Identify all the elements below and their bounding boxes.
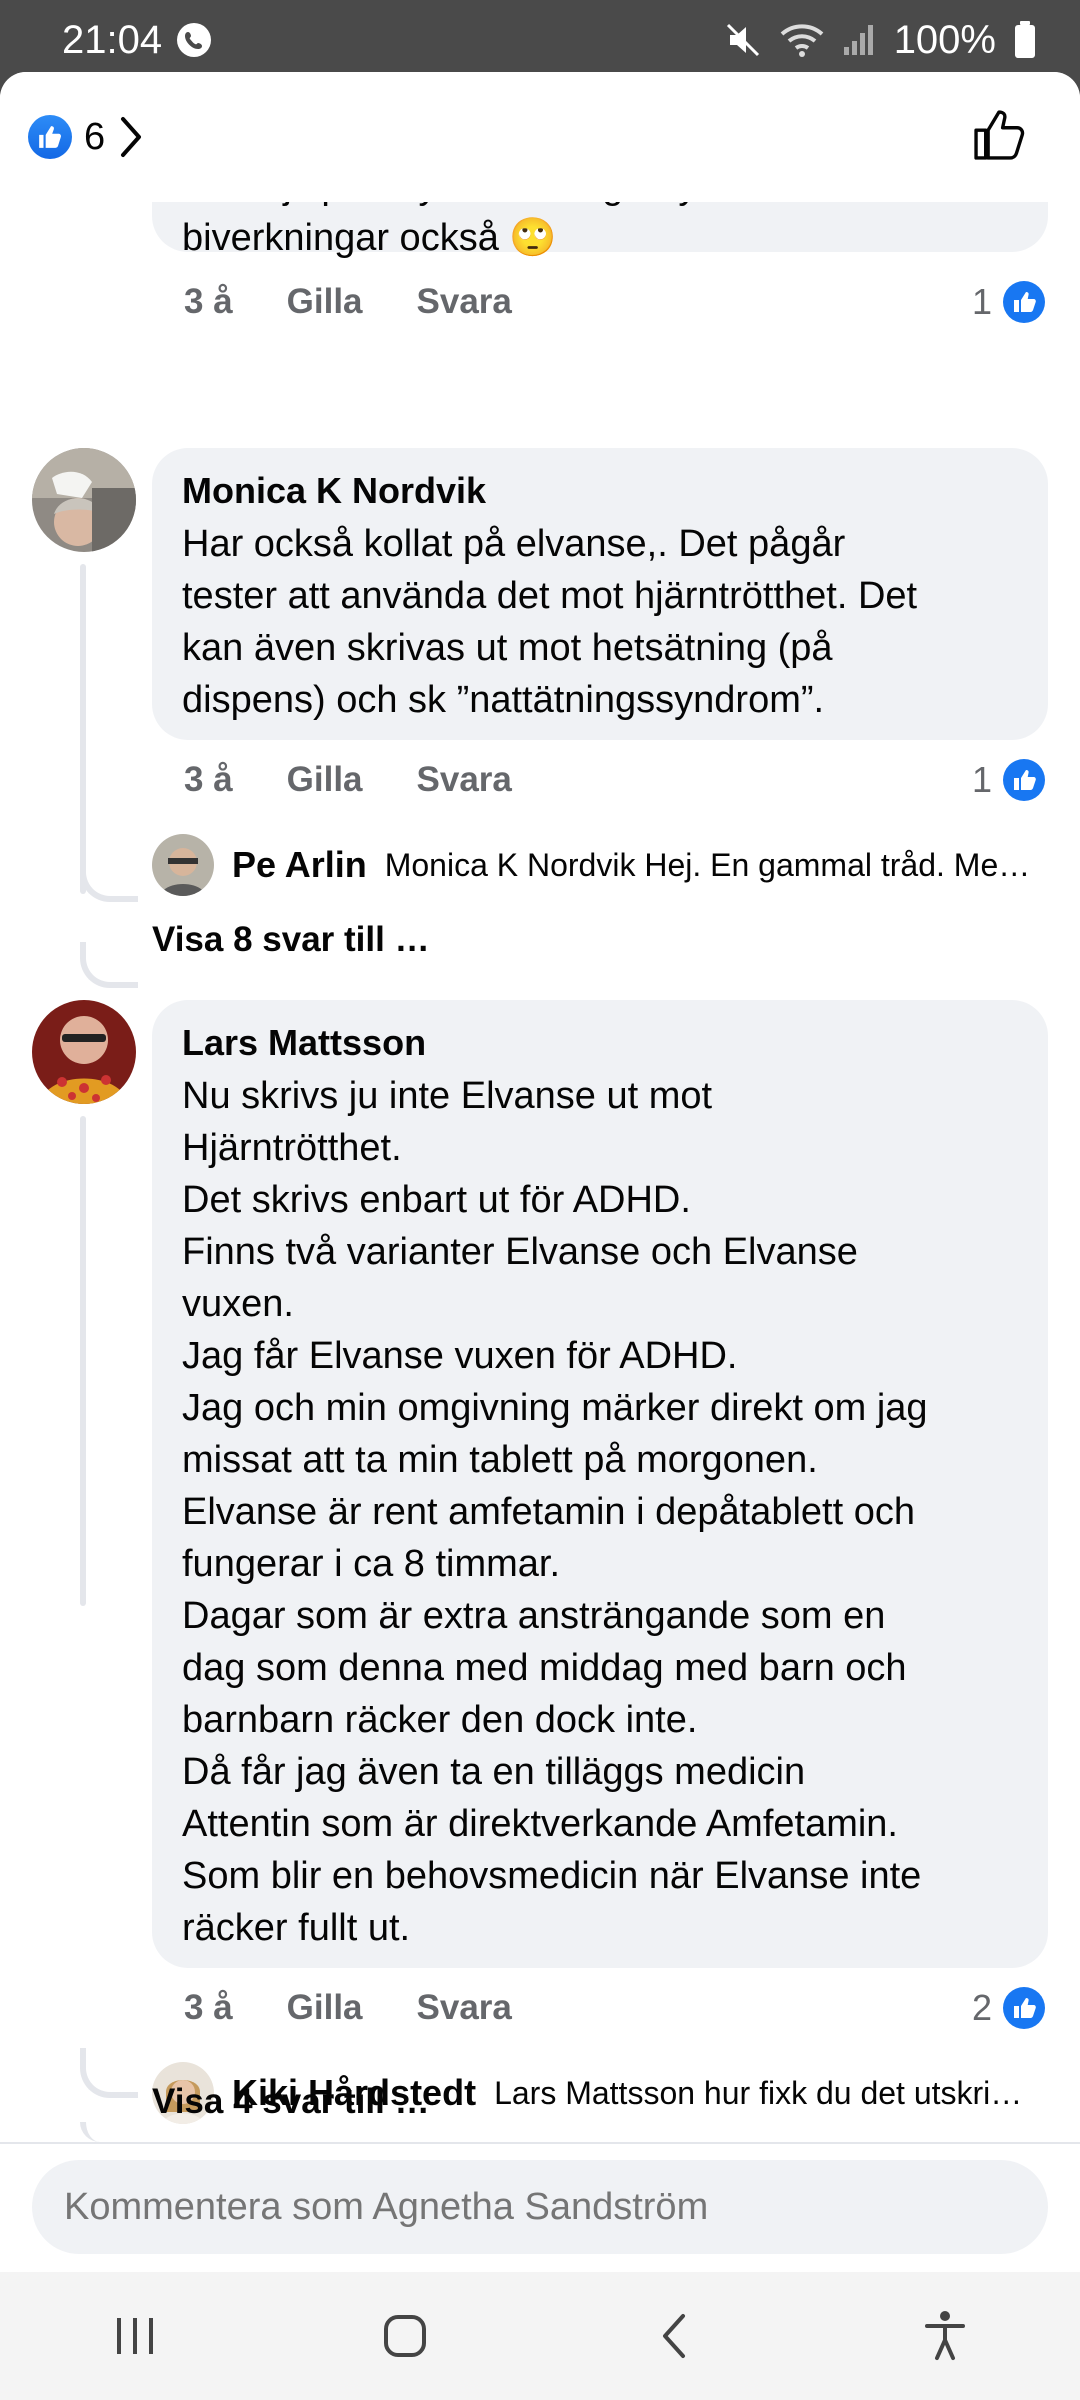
comment-time: 3 å	[184, 1988, 233, 2027]
comment-time: 3 å	[184, 282, 233, 321]
reply-author: Pe Arlin	[232, 844, 367, 885]
like-reaction-icon	[1003, 1987, 1046, 2029]
thread-connector	[80, 942, 138, 988]
comment-actions: 3 å Gilla Svara	[184, 760, 566, 800]
back-icon	[663, 2314, 685, 2358]
reply-preview[interactable]: Pe Arlin Monica K Nordvik Hej. En gammal…	[152, 834, 1052, 896]
accessibility-button[interactable]	[885, 2286, 1005, 2386]
comment-reaction-count[interactable]: 1	[972, 280, 1046, 324]
like-comment-button[interactable]: Gilla	[287, 282, 363, 322]
comment-time: 3 å	[184, 760, 233, 799]
status-right: 100%	[724, 18, 1036, 63]
comment-text: Har också kollat på elvanse,. Det pågår …	[182, 523, 918, 721]
wifi-icon	[780, 22, 824, 58]
status-time: 21:04	[62, 17, 163, 62]
reaction-count: 6	[84, 115, 106, 158]
comment-reaction-count[interactable]: 1	[972, 758, 1046, 802]
avatar[interactable]	[32, 1000, 136, 1104]
reactions-summary-button[interactable]: 6	[28, 115, 145, 159]
status-left: 21:04	[62, 18, 212, 63]
sheet-header: 6	[0, 72, 1080, 202]
comment-actions: 3 å Gilla Svara	[184, 1988, 566, 2028]
home-icon	[384, 2315, 426, 2357]
like-reaction-icon	[1003, 759, 1046, 801]
comment-text: Nu skrivs ju inte Elvanse ut mot Hjärntr…	[182, 1075, 928, 1949]
reply-comment-button[interactable]: Svara	[417, 282, 512, 322]
comment-text: Den hjälper mycket men ger tyvärr en mas…	[182, 202, 938, 259]
mute-icon	[724, 21, 762, 59]
battery-percent: 100%	[893, 17, 996, 62]
accessibility-icon	[925, 2311, 965, 2360]
reply-snippet: Monica K Nordvik Hej. En gammal tråd. Me…	[384, 846, 1031, 883]
signal-icon	[842, 23, 876, 57]
avatar	[152, 834, 214, 896]
phone-call-icon	[176, 22, 212, 58]
comment-bubble[interactable]: Monica K Nordvik Har också kollat på elv…	[152, 448, 1048, 740]
comments-list: Den hjälper mycket men ger tyvärr en mas…	[0, 202, 1080, 2142]
thread-connector	[80, 2122, 138, 2142]
reply-comment-button[interactable]: Svara	[417, 760, 512, 800]
comment-actions: 3 å Gilla Svara	[184, 282, 566, 322]
system-nav-bar	[0, 2272, 1080, 2400]
reply-comment-button[interactable]: Svara	[417, 1988, 512, 2028]
comment-input[interactable]	[32, 2160, 1048, 2254]
reply-snippet: Lars Mattsson hur fixk du det utskri…	[494, 2074, 1023, 2111]
like-reaction-icon	[28, 115, 72, 159]
like-comment-button[interactable]: Gilla	[287, 1988, 363, 2028]
thread-line	[80, 1116, 86, 1606]
comment-author[interactable]: Lars Mattsson	[182, 1022, 1018, 1064]
like-post-button[interactable]	[970, 106, 1028, 169]
thumbs-up-outline-icon	[974, 109, 1025, 160]
comment-bubble[interactable]: Den hjälper mycket men ger tyvärr en mas…	[152, 202, 1048, 259]
back-button[interactable]	[615, 2286, 735, 2386]
thread-connector	[80, 862, 138, 902]
comments-sheet: 6 Den hjälper mycket men ger tyvärr en m…	[0, 72, 1080, 2272]
composer-area	[0, 2142, 1080, 2272]
status-bar: 21:04 100%	[0, 0, 1080, 80]
recent-apps-icon	[117, 2318, 153, 2354]
comment-reaction-count[interactable]: 2	[972, 1986, 1046, 2030]
like-reaction-icon	[1003, 281, 1046, 323]
recent-apps-button[interactable]	[75, 2286, 195, 2386]
chevron-right-icon	[121, 117, 142, 157]
view-more-replies-button[interactable]: Visa 4 svar till …	[152, 2082, 430, 2122]
thread-connector	[80, 2048, 138, 2098]
battery-icon	[1014, 21, 1036, 59]
avatar[interactable]	[32, 448, 136, 552]
home-button[interactable]	[345, 2286, 465, 2386]
comment-author[interactable]: Monica K Nordvik	[182, 470, 1018, 512]
thread-line	[80, 564, 86, 894]
comment-bubble[interactable]: Lars Mattsson Nu skrivs ju inte Elvanse …	[152, 1000, 1048, 1968]
like-comment-button[interactable]: Gilla	[287, 760, 363, 800]
view-more-replies-button[interactable]: Visa 8 svar till …	[152, 920, 430, 960]
